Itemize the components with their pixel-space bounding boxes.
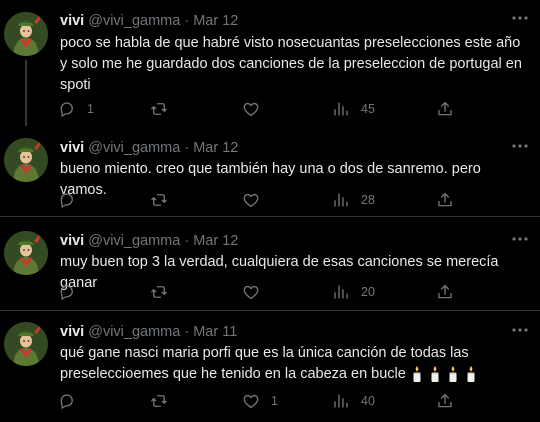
separator-dot: · [184,13,190,29]
retweet-icon [150,392,168,410]
heart-icon [242,283,260,301]
views-button[interactable]: 40 [332,391,375,411]
tweet-text: qué gane nasci maria porfi que es la úni… [60,343,530,385]
views-count: 40 [361,394,375,408]
reply-icon [58,283,76,301]
separator-dot: · [184,140,190,156]
share-button[interactable] [436,282,454,302]
tweet-text: poco se habla de que habré visto nosecua… [60,35,522,93]
share-button[interactable] [436,391,454,411]
more-icon[interactable] [510,138,530,154]
display-name[interactable]: vivi [60,324,84,340]
candle-icon [428,365,442,383]
display-name[interactable]: vivi [60,233,84,249]
action-bar: 28 [56,190,466,210]
display-name[interactable]: vivi [60,13,84,29]
separator-dot: · [184,324,190,340]
more-icon[interactable] [510,231,530,247]
retweet-button[interactable] [150,99,179,119]
avatar[interactable] [4,322,48,366]
retweet-icon [150,100,168,118]
retweet-icon [150,283,168,301]
handle[interactable]: @vivi_gamma [88,233,180,249]
like-count: 1 [271,394,278,408]
candle-emoji-group [410,365,478,383]
more-icon[interactable] [510,322,530,338]
views-button[interactable]: 28 [332,190,375,210]
candle-icon [410,365,424,383]
candle-icon [464,365,478,383]
views-icon [332,392,350,410]
tweet-header: vivi @vivi_gamma · Mar 12 [60,12,238,30]
reply-button[interactable] [58,391,87,411]
avatar[interactable] [4,12,48,56]
heart-icon [242,100,260,118]
action-bar: 1 45 [56,99,466,119]
tweet-header: vivi @vivi_gamma · Mar 12 [60,232,238,250]
heart-icon [242,392,260,410]
tweet-text-content: qué gane nasci maria porfi que es la úni… [60,345,469,382]
share-icon [436,191,454,209]
tweet-header: vivi @vivi_gamma · Mar 12 [60,139,238,157]
timestamp[interactable]: Mar 12 [193,233,238,249]
separator-dot: · [184,233,190,249]
retweet-button[interactable] [150,282,179,302]
avatar[interactable] [4,138,48,182]
reply-button[interactable] [58,190,87,210]
views-button[interactable]: 20 [332,282,375,302]
tweet-feed: vivi @vivi_gamma · Mar 12 poco se habla … [0,0,540,422]
timestamp[interactable]: Mar 12 [193,140,238,156]
tweet-3[interactable]: vivi @vivi_gamma · Mar 12 muy buen top 3… [0,217,540,311]
share-icon [436,283,454,301]
avatar[interactable] [4,231,48,275]
views-icon [332,283,350,301]
timestamp[interactable]: Mar 12 [193,13,238,29]
views-icon [332,100,350,118]
tweet-header: vivi @vivi_gamma · Mar 11 [60,323,237,341]
views-button[interactable]: 45 [332,99,375,119]
like-button[interactable] [242,190,271,210]
tweet-1[interactable]: vivi @vivi_gamma · Mar 12 poco se habla … [0,0,540,126]
reply-button[interactable]: 1 [58,99,94,119]
share-button[interactable] [436,190,454,210]
handle[interactable]: @vivi_gamma [88,13,180,29]
tweet-4[interactable]: vivi @vivi_gamma · Mar 11 qué gane nasci… [0,311,540,422]
like-button[interactable] [242,282,271,302]
reply-icon [58,191,76,209]
timestamp[interactable]: Mar 11 [193,324,237,340]
handle[interactable]: @vivi_gamma [88,324,180,340]
thread-line [25,60,27,126]
display-name[interactable]: vivi [60,140,84,156]
views-count: 20 [361,285,375,299]
views-icon [332,191,350,209]
retweet-button[interactable] [150,190,179,210]
share-icon [436,100,454,118]
more-icon[interactable] [510,10,530,26]
reply-button[interactable] [58,282,87,302]
views-count: 45 [361,102,375,116]
retweet-icon [150,191,168,209]
tweet-2[interactable]: vivi @vivi_gamma · Mar 12 bueno miento. … [0,124,540,217]
candle-icon [446,365,460,383]
reply-icon [58,100,76,118]
action-bar: 1 40 [56,391,466,411]
share-button[interactable] [436,99,454,119]
action-bar: 20 [56,282,466,302]
heart-icon [242,191,260,209]
reply-count: 1 [87,102,94,116]
retweet-button[interactable] [150,391,179,411]
reply-icon [58,392,76,410]
like-button[interactable]: 1 [242,391,278,411]
like-button[interactable] [242,99,271,119]
handle[interactable]: @vivi_gamma [88,140,180,156]
share-icon [436,392,454,410]
views-count: 28 [361,193,375,207]
